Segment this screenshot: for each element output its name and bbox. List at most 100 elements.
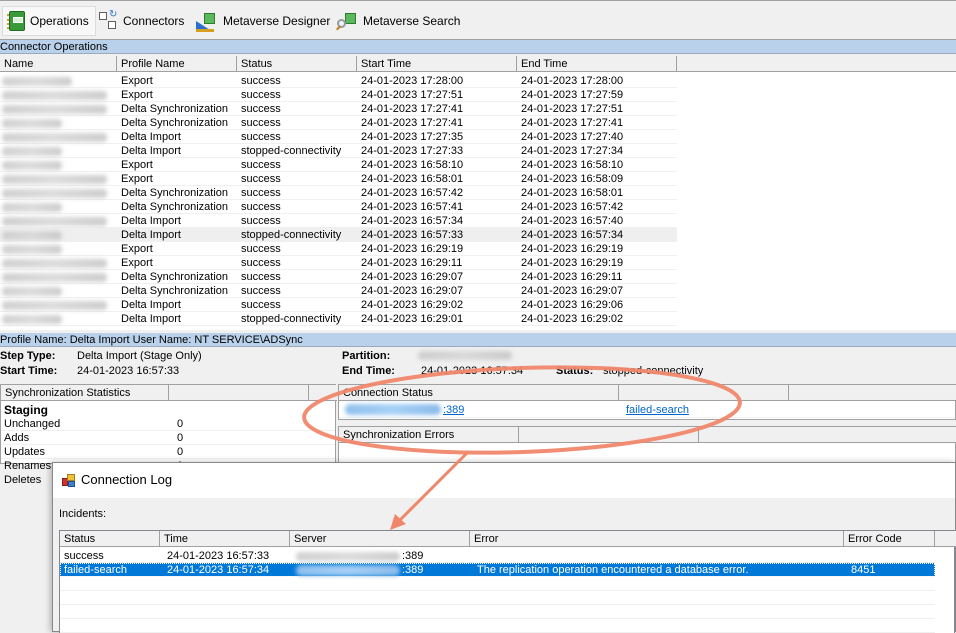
operation-row[interactable]: Export success 24-01-2023 16:58:01 24-01-20… xyxy=(0,172,677,186)
incident-row-empty xyxy=(60,619,935,633)
connector-name-redacted xyxy=(2,315,62,324)
connector-name-redacted xyxy=(2,259,107,268)
dialog-titlebar[interactable]: Connection Log xyxy=(53,463,955,498)
cell-end-time: 24-01-2023 17:27:59 xyxy=(521,89,624,101)
operation-row[interactable]: Export success 24-01-2023 16:29:11 24-01-20… xyxy=(0,256,677,270)
operation-row[interactable]: Export success 24-01-2023 16:29:19 24-01-20… xyxy=(0,242,677,256)
start-time-label: Start Time: xyxy=(0,365,58,377)
operation-row[interactable]: Delta Import stopped-connectivity 24-01-20… xyxy=(0,144,677,158)
metaverse-search-button[interactable]: Metaverse Search xyxy=(330,6,466,36)
cell-end-time: 24-01-2023 17:27:41 xyxy=(521,117,624,129)
sync-stats-header-filler xyxy=(309,385,337,401)
incident-row-empty xyxy=(60,591,935,605)
cell-status: stopped-connectivity xyxy=(241,145,342,157)
cell-status: success xyxy=(241,285,281,297)
incident-status: failed-search xyxy=(64,564,127,576)
cell-profile-name: Export xyxy=(121,75,153,87)
sync-stats-header-value xyxy=(169,385,309,401)
column-header-start-time[interactable]: Start Time xyxy=(357,56,517,72)
cell-status: success xyxy=(241,271,281,283)
connection-status-title: Connection Status xyxy=(339,385,619,401)
cell-status: success xyxy=(241,89,281,101)
incident-time: 24-01-2023 16:57:34 xyxy=(167,564,270,576)
incident-row[interactable]: success 24-01-2023 16:57:33:389 xyxy=(60,549,935,563)
incident-error-code: 8451 xyxy=(851,564,876,576)
column-header-name[interactable]: Name xyxy=(0,56,117,72)
operation-row[interactable]: Delta Import stopped-connectivity 24-01-20… xyxy=(0,228,677,242)
incident-server-port: :389 xyxy=(402,564,424,576)
cell-profile-name: Delta Import xyxy=(121,131,181,143)
connector-name-redacted xyxy=(2,189,107,198)
cell-start-time: 24-01-2023 17:27:33 xyxy=(361,145,464,157)
incident-row-empty xyxy=(60,577,935,591)
cell-end-time: 24-01-2023 17:27:34 xyxy=(521,145,624,157)
column-header-profile-name[interactable]: Profile Name xyxy=(117,56,237,72)
connector-name-redacted xyxy=(2,147,62,156)
connector-name-redacted xyxy=(2,175,107,184)
cell-status: success xyxy=(241,103,281,115)
stat-label: Unchanged xyxy=(4,418,61,430)
operation-row[interactable]: Delta Import stopped-connectivity 24-01-20… xyxy=(0,312,677,326)
server-link[interactable]: :389 xyxy=(439,403,464,417)
step-type-value: Delta Import (Stage Only) xyxy=(77,350,202,362)
incident-error-code xyxy=(847,549,851,563)
cell-start-time: 24-01-2023 16:29:07 xyxy=(361,285,464,297)
dialog-title: Connection Log xyxy=(81,472,173,487)
operation-row[interactable]: Delta Synchronization success 24-01-2023 1… xyxy=(0,200,677,214)
operation-row[interactable]: Delta Import success 24-01-2023 17:27:35 24… xyxy=(0,130,677,144)
operation-row[interactable]: Export success 24-01-2023 16:58:10 24-01-20… xyxy=(0,158,677,172)
cell-start-time: 24-01-2023 16:57:34 xyxy=(361,215,464,227)
cell-start-time: 24-01-2023 17:27:35 xyxy=(361,131,464,143)
operation-row[interactable]: Delta Synchronization success 24-01-2023 1… xyxy=(0,116,677,130)
cell-start-time: 24-01-2023 16:29:02 xyxy=(361,299,464,311)
cell-start-time: 24-01-2023 17:27:51 xyxy=(361,89,464,101)
connector-name-redacted xyxy=(2,91,107,100)
connector-name-redacted xyxy=(2,133,107,142)
incident-col-time[interactable]: Time xyxy=(160,531,290,547)
cell-end-time: 24-01-2023 16:58:10 xyxy=(521,159,624,171)
incident-col-server[interactable]: Server xyxy=(290,531,470,547)
stat-value: 0 xyxy=(177,432,184,444)
cell-profile-name: Delta Import xyxy=(121,215,181,227)
cell-status: success xyxy=(241,173,281,185)
operation-row[interactable]: Delta Synchronization success 24-01-2023 1… xyxy=(0,186,677,200)
connectors-button[interactable]: ↻ Connectors xyxy=(92,6,190,36)
end-time-label: End Time: xyxy=(342,365,395,377)
incident-row[interactable]: failed-search 24-01-2023 16:57:34:389 The … xyxy=(60,563,935,577)
column-header-end-time[interactable]: End Time xyxy=(517,56,677,72)
stat-row: Unchanged 0 xyxy=(1,417,335,431)
column-header-status[interactable]: Status xyxy=(237,56,357,72)
incident-col-status[interactable]: Status xyxy=(60,531,160,547)
connection-log-dialog: Connection Log Incidents: Status Time Se… xyxy=(52,462,956,633)
connector-name-redacted xyxy=(2,245,62,254)
operations-notebook-icon xyxy=(7,11,25,31)
cell-end-time: 24-01-2023 16:29:11 xyxy=(521,271,623,283)
incident-server-port: :389 xyxy=(402,550,424,562)
cell-status: success xyxy=(241,243,281,255)
cell-end-time: 24-01-2023 16:29:19 xyxy=(521,243,624,255)
cell-profile-name: Delta Import xyxy=(121,229,181,241)
incident-col-error-code[interactable]: Error Code xyxy=(844,531,935,547)
operation-row[interactable]: Delta Synchronization success 24-01-2023 1… xyxy=(0,284,677,298)
metaverse-designer-button[interactable]: Metaverse Designer xyxy=(190,6,336,36)
cell-end-time: 24-01-2023 16:29:06 xyxy=(521,299,624,311)
operation-row[interactable]: Delta Import success 24-01-2023 16:57:34 24… xyxy=(0,214,677,228)
cell-status: success xyxy=(241,215,281,227)
operation-row[interactable]: Delta Import success 24-01-2023 16:29:02 24… xyxy=(0,298,677,312)
connection-status-row: :389 failed-search xyxy=(339,402,955,418)
cell-profile-name: Delta Synchronization xyxy=(121,285,229,297)
operation-row[interactable]: Export success 24-01-2023 17:27:51 24-01-20… xyxy=(0,88,677,102)
operation-row[interactable]: Delta Synchronization success 24-01-2023 1… xyxy=(0,102,677,116)
operations-button[interactable]: Operations xyxy=(2,6,96,36)
operation-row[interactable]: Export success 24-01-2023 17:28:00 24-01-20… xyxy=(0,74,677,88)
stat-value: 0 xyxy=(177,418,184,430)
cell-profile-name: Delta Synchronization xyxy=(121,201,229,213)
incident-col-error[interactable]: Error xyxy=(470,531,844,547)
failed-search-link[interactable]: failed-search xyxy=(622,403,689,417)
connector-name-redacted xyxy=(2,287,62,296)
connector-name-redacted xyxy=(2,217,107,226)
toolbar: Operations ↻ Connectors Metaverse Design… xyxy=(0,0,956,40)
start-time-value: 24-01-2023 16:57:33 xyxy=(77,365,180,377)
incident-error xyxy=(473,549,477,563)
operation-row[interactable]: Delta Synchronization success 24-01-2023 1… xyxy=(0,270,677,284)
